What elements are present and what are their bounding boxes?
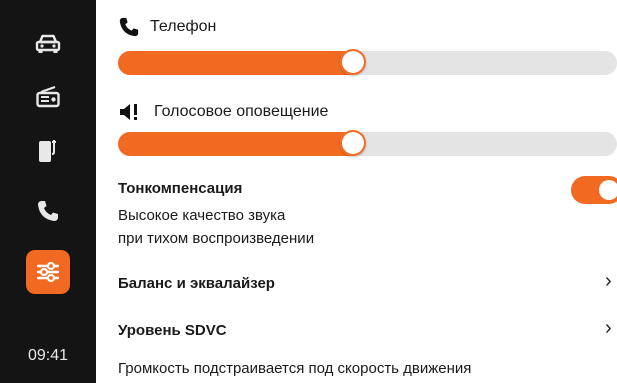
balance-equalizer-item[interactable]: Баланс и эквалайзер [118,273,275,295]
radio-icon [36,86,60,108]
phone-volume-label: Телефон [150,18,217,35]
nav-settings-button[interactable] [26,250,70,294]
voice-volume-slider[interactable] [118,130,617,156]
nav-phone-button[interactable] [26,189,70,233]
phone-volume-fill [118,51,365,75]
phone-icon [119,17,139,37]
equalizer-settings-icon [36,261,60,283]
voice-volume-fill [118,132,365,156]
tonecomp-title: Тонкомпенсация [118,180,243,197]
balance-chevron-icon[interactable]: › [605,270,612,293]
car-icon [35,34,61,53]
sdvc-item[interactable]: Уровень SDVC [118,320,227,342]
sidebar: 09:41 [0,0,96,383]
voice-volume-label-row: Голосовое оповещение [118,101,328,123]
sound-settings-panel: Телефон Голосовое оповещение Тонкомпенса… [96,0,617,383]
phone-volume-thumb[interactable] [339,49,366,75]
nav-radio-button[interactable] [26,75,70,119]
tonecomp-desc-line1: Высокое качество звука [118,207,286,224]
phone-device-icon [39,140,56,162]
sdvc-desc: Громкость подстраивается под скорость дв… [118,360,472,377]
speaker-alert-icon [120,104,137,120]
voice-volume-label: Голосовое оповещение [154,103,329,120]
phone-icon [38,201,58,221]
tonecomp-desc-line2: при тихом воспроизведении [118,230,315,247]
phone-volume-slider[interactable] [118,49,617,75]
sdvc-chevron-icon[interactable]: › [605,317,612,340]
nav-car-button[interactable] [26,22,70,66]
tonecomp-toggle[interactable] [571,176,617,204]
phone-volume-label-row: Телефон [118,16,216,38]
clock-time: 09:41 [27,347,69,364]
nav-phone-device-button[interactable] [26,129,70,173]
toggle-knob [599,180,617,200]
voice-volume-thumb[interactable] [339,130,366,156]
